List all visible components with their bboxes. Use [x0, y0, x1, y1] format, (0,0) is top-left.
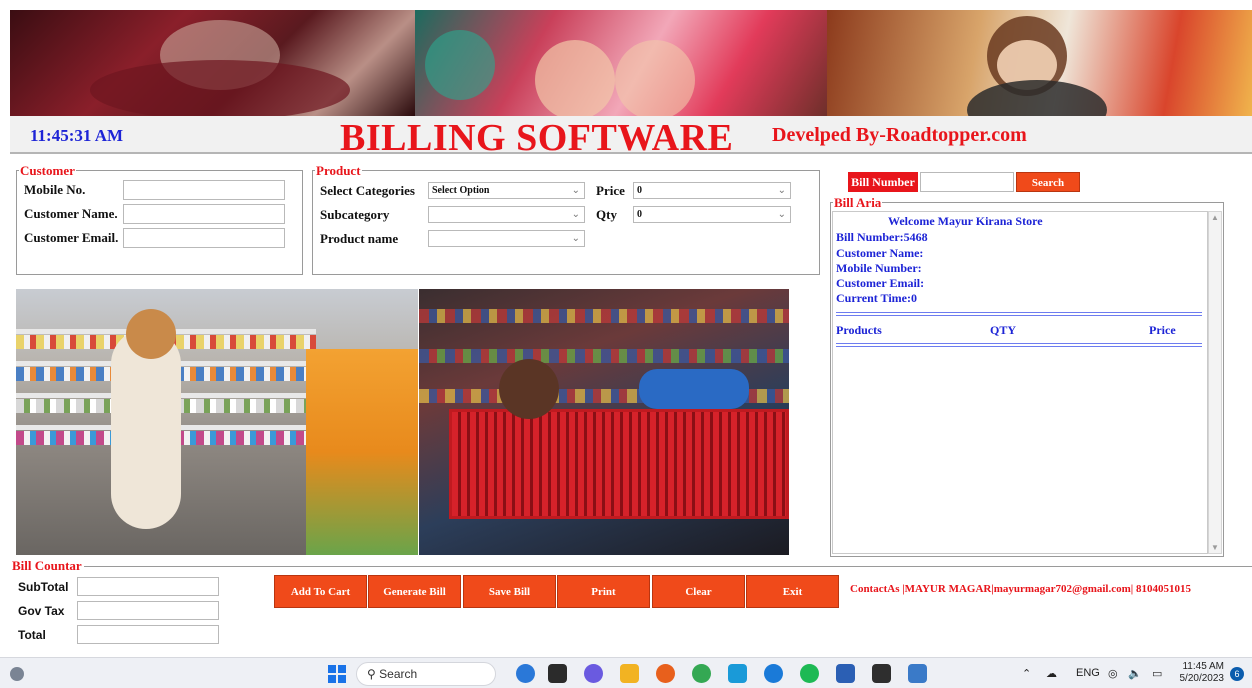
- taskbar-search-label: Search: [379, 667, 418, 681]
- firefox-icon[interactable]: [656, 664, 675, 683]
- bill-area-legend: Bill Aria: [834, 195, 882, 210]
- subcategory-select[interactable]: ⌄: [428, 206, 585, 223]
- app-title: BILLING SOFTWARE: [340, 117, 734, 159]
- customer-name-label: Customer Name.: [24, 206, 118, 221]
- bill-number-input[interactable]: [920, 172, 1014, 192]
- total-label: Total: [18, 628, 46, 642]
- subcategory-label: Subcategory: [320, 207, 390, 222]
- scroll-down-icon[interactable]: ▼: [1211, 543, 1219, 552]
- customer-email-label: Customer Email.: [24, 230, 119, 245]
- taskbar-time: 11:45 AM: [1182, 661, 1224, 672]
- print-button[interactable]: Print: [557, 575, 650, 608]
- bill-col-price: Price: [1149, 323, 1176, 337]
- chevron-up-icon[interactable]: ⌃: [1022, 667, 1031, 680]
- clear-button[interactable]: Clear: [652, 575, 745, 608]
- bill-mobile-line: Mobile Number:: [836, 261, 922, 275]
- customer-name-input[interactable]: [123, 204, 285, 224]
- taskbar-date: 5/20/2023: [1179, 673, 1225, 684]
- customer-email-input[interactable]: [123, 228, 285, 248]
- customer-legend: Customer: [20, 163, 75, 178]
- bill-col-qty: QTY: [990, 323, 1017, 337]
- qty-select[interactable]: 0 ⌄: [633, 206, 791, 223]
- chat-icon[interactable]: [584, 664, 603, 683]
- title-bar: 11:45:31 AM BILLING SOFTWARE Develped By…: [10, 116, 1252, 159]
- language-indicator[interactable]: ENG: [1076, 667, 1100, 679]
- app-icon[interactable]: [728, 664, 747, 683]
- chevron-down-icon: ⌄: [777, 185, 786, 196]
- taskbar: ⚲ Search ⌃ ☁ ENG ◎ 🔈 ▭ 11:45 AM 5/20/202…: [0, 657, 1252, 688]
- shopping-cart-photo: [419, 289, 789, 555]
- bill-number-label: Bill Number: [848, 172, 918, 192]
- battery-icon[interactable]: ▭: [1152, 667, 1162, 680]
- weather-icon[interactable]: [10, 667, 24, 681]
- chevron-down-icon: ⌄: [571, 233, 580, 244]
- bill-separator-bottom: [836, 343, 1202, 347]
- gov-tax-input[interactable]: [77, 601, 219, 620]
- bill-separator-top: [836, 312, 1202, 316]
- volume-icon[interactable]: 🔈: [1128, 667, 1142, 680]
- spotify-icon[interactable]: [800, 664, 819, 683]
- categories-label: Select Categories: [320, 183, 415, 198]
- cloud-icon[interactable]: ☁: [1046, 667, 1057, 680]
- search-icon: ⚲: [367, 667, 376, 681]
- bill-col-products: Products: [836, 323, 882, 337]
- search-button[interactable]: Search: [1016, 172, 1080, 192]
- mobile-input[interactable]: [123, 180, 285, 200]
- bill-counter-legend: Bill Countar: [12, 558, 84, 574]
- file-explorer-icon[interactable]: [620, 664, 639, 683]
- bill-number-line: Bill Number:5468: [836, 230, 928, 244]
- exit-button[interactable]: Exit: [746, 575, 839, 608]
- bill-customer-name-line: Customer Name:: [836, 246, 924, 260]
- bill-scrollbar[interactable]: ▲ ▼: [1208, 211, 1222, 554]
- price-value: 0: [637, 185, 642, 196]
- clock-label: 11:45:31 AM: [30, 126, 124, 145]
- bill-email-line: Customer Email:: [836, 276, 925, 290]
- qty-label: Qty: [596, 207, 617, 222]
- start-icon[interactable]: [328, 665, 346, 683]
- bill-welcome: Welcome Mayur Kirana Store: [888, 214, 1043, 228]
- save-bill-button[interactable]: Save Bill: [463, 575, 556, 608]
- categories-select[interactable]: Select Option ⌄: [428, 182, 585, 199]
- edge-icon[interactable]: [764, 664, 783, 683]
- network-icon[interactable]: ◎: [1108, 667, 1118, 680]
- taskbar-clock[interactable]: 11:45 AM 5/20/2023: [1178, 661, 1225, 685]
- product-name-select[interactable]: ⌄: [428, 230, 585, 247]
- supermarket-photo: [16, 289, 418, 555]
- notification-badge[interactable]: 6: [1230, 667, 1244, 681]
- add-to-cart-button[interactable]: Add To Cart: [274, 575, 367, 608]
- price-label: Price: [596, 183, 625, 198]
- qty-value: 0: [637, 209, 642, 220]
- chevron-down-icon: ⌄: [571, 209, 580, 220]
- price-select[interactable]: 0 ⌄: [633, 182, 791, 199]
- python-icon[interactable]: [908, 664, 927, 683]
- taskbar-search[interactable]: ⚲ Search: [356, 662, 496, 686]
- total-input[interactable]: [77, 625, 219, 644]
- chevron-down-icon: ⌄: [777, 209, 786, 220]
- scroll-up-icon[interactable]: ▲: [1211, 213, 1219, 222]
- word-icon[interactable]: [836, 664, 855, 683]
- terminal-icon[interactable]: [872, 664, 891, 683]
- product-name-label: Product name: [320, 231, 399, 246]
- mobile-label: Mobile No.: [24, 182, 86, 197]
- bing-icon[interactable]: [516, 664, 535, 683]
- bill-counter-frame: [12, 566, 1252, 567]
- chrome-icon[interactable]: [692, 664, 711, 683]
- header-banner: [10, 10, 1252, 116]
- chevron-down-icon: ⌄: [571, 185, 580, 196]
- gov-tax-label: Gov Tax: [18, 604, 65, 618]
- subtotal-input[interactable]: [77, 577, 219, 596]
- generate-bill-button[interactable]: Generate Bill: [368, 575, 461, 608]
- subtotal-label: SubTotal: [18, 580, 69, 594]
- banner-photo-left: [10, 10, 415, 116]
- banner-photo-middle: [415, 10, 827, 116]
- product-legend: Product: [316, 163, 361, 178]
- categories-value: Select Option: [432, 185, 490, 196]
- bill-time-line: Current Time:0: [836, 291, 917, 305]
- banner-photo-right: [827, 10, 1252, 116]
- developer-credit: Develped By-Roadtopper.com: [772, 124, 1027, 146]
- task-view-icon[interactable]: [548, 664, 567, 683]
- contact-info: ContactAs |MAYUR MAGAR|mayurmagar702@gma…: [850, 583, 1191, 595]
